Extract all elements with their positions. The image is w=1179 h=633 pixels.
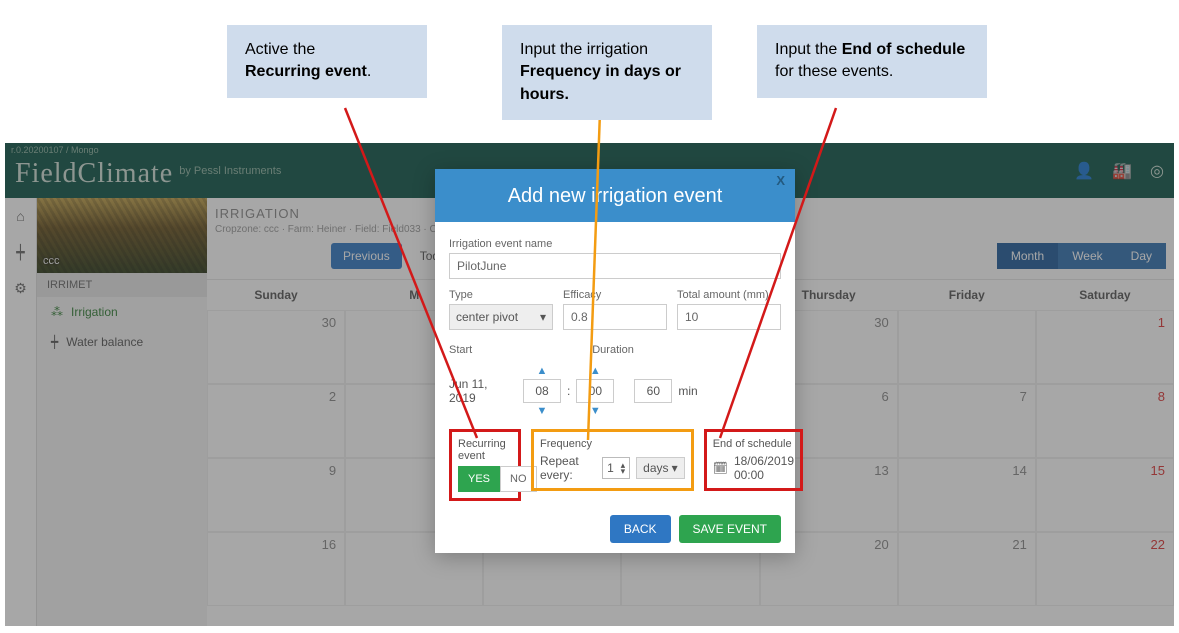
repeat-unit-select[interactable]: days▾ <box>636 457 685 479</box>
frequency-box: Frequency Repeat every: 1▴▾ days▾ <box>531 429 694 491</box>
save-event-button[interactable]: SAVE EVENT <box>679 515 781 543</box>
event-name-label: Irrigation event name <box>449 238 781 250</box>
type-select[interactable]: center pivot▾ <box>449 304 553 330</box>
duration-label: Duration <box>592 344 634 356</box>
chevron-down-icon: ▾ <box>540 310 546 324</box>
efficacy-label: Efficacy <box>563 289 667 301</box>
start-label: Start <box>449 344 472 356</box>
hour-down-icon[interactable]: ▼ <box>537 405 548 417</box>
chevron-down-icon: ▾ <box>672 461 678 475</box>
recurring-yes[interactable]: YES <box>458 466 500 492</box>
min-down-icon[interactable]: ▼ <box>590 405 601 417</box>
add-irrigation-modal: Add new irrigation event X Irrigation ev… <box>435 169 795 553</box>
back-button[interactable]: BACK <box>610 515 671 543</box>
start-min-input[interactable]: 00 <box>576 379 614 403</box>
repeat-label: Repeat every: <box>540 454 596 482</box>
end-schedule-box: End of schedule 🗓 18/06/2019 00:00 <box>704 429 803 491</box>
recurring-label: Recurring event <box>458 438 512 462</box>
repeat-value-input[interactable]: 1▴▾ <box>602 457 630 479</box>
modal-title: Add new irrigation event <box>508 185 723 207</box>
start-hour-input[interactable]: 08 <box>523 379 561 403</box>
total-label: Total amount (mm) <box>677 289 781 301</box>
event-name-input[interactable]: PilotJune <box>449 253 781 279</box>
frequency-label: Frequency <box>540 438 685 450</box>
modal-close-button[interactable]: X <box>776 173 785 188</box>
modal-header: Add new irrigation event X <box>435 169 795 222</box>
end-label: End of schedule <box>713 438 794 450</box>
hour-up-icon[interactable]: ▲ <box>537 365 548 377</box>
end-date-input[interactable]: 18/06/2019 00:00 <box>734 454 794 482</box>
duration-unit: min <box>678 384 697 398</box>
callout-frequency: Input the irrigationFrequency in days or… <box>502 25 712 120</box>
start-date-text: Jun 11, 2019 <box>449 377 517 405</box>
callout-recurring: Active theRecurring event. <box>227 25 427 98</box>
calendar-icon[interactable]: 🗓 <box>713 461 728 475</box>
min-up-icon[interactable]: ▲ <box>590 365 601 377</box>
callout-endschedule: Input the End of schedule for these even… <box>757 25 987 98</box>
duration-input[interactable]: 60 <box>634 379 672 403</box>
type-label: Type <box>449 289 553 301</box>
app-window: r.0.20200107 / Mongo FieldClimate by Pes… <box>5 143 1174 626</box>
recurring-toggle[interactable]: YES NO <box>458 466 512 492</box>
recurring-box: Recurring event YES NO <box>449 429 521 501</box>
total-input[interactable]: 10 <box>677 304 781 330</box>
efficacy-input[interactable]: 0.8 <box>563 304 667 330</box>
